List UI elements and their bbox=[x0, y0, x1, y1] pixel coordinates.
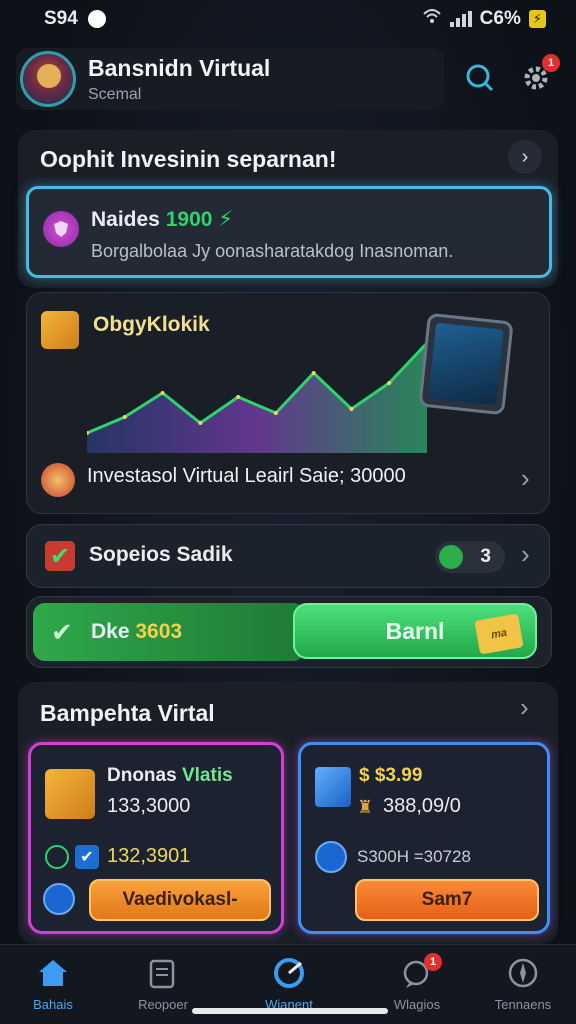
avatar[interactable] bbox=[20, 51, 76, 107]
invest-banner-title: Naides 1900 ⚡ bbox=[91, 207, 233, 232]
chart-point bbox=[387, 381, 392, 385]
chart-point bbox=[311, 371, 316, 375]
investment-line: Investasol Virtual Leairl Saie; 30000 bbox=[87, 465, 406, 487]
checkmark-icon: ✔ bbox=[51, 617, 73, 647]
battery-percent: C6% bbox=[479, 8, 521, 29]
invest-banner-desc: Borgalbolaa Jy oonasharatakdog Inasnoman… bbox=[91, 241, 454, 261]
nav-item-messages[interactable]: 1 Wlagios bbox=[362, 953, 472, 1012]
document-icon bbox=[149, 959, 175, 989]
chart-card[interactable]: ObgyKlokik Investasol Virtual Leairl Sai… bbox=[26, 292, 550, 514]
chart-point bbox=[198, 421, 203, 425]
blue-crate-icon bbox=[315, 767, 351, 807]
nav-item-home[interactable]: Bahais bbox=[0, 957, 108, 1012]
virtual-section: Bampehta Virtal › Dnonas Vlatis 133,3000… bbox=[18, 682, 558, 944]
signal-icon bbox=[449, 11, 472, 27]
chart-point bbox=[349, 407, 354, 411]
trophy-icon: ♜ bbox=[357, 797, 374, 817]
shield-icon bbox=[43, 211, 79, 247]
battery-icon: ⚡ bbox=[528, 10, 546, 28]
checkbox-icon: ✔ bbox=[45, 541, 75, 571]
compass-icon bbox=[508, 958, 538, 988]
checkbox-icon: ✔ bbox=[75, 845, 99, 869]
tasks-label: Sopeios Sadik bbox=[89, 543, 233, 566]
package-a-button[interactable]: Vaedivokasl- bbox=[89, 879, 271, 921]
status-bar: S94 C6% ⚡ bbox=[0, 0, 576, 38]
home-indicator[interactable] bbox=[192, 1008, 388, 1014]
deposit-balance: ✔ Dke 3603 bbox=[33, 603, 305, 661]
nav-label: Reopoer bbox=[138, 997, 188, 1012]
nav-label: Wlagios bbox=[393, 997, 441, 1012]
package-card-b[interactable]: $ $3.99 ♜ 388,09/0 S300H =30728 Sam7 bbox=[298, 742, 550, 934]
invest-banner-label: Naides bbox=[91, 208, 160, 231]
notification-badge: 1 bbox=[424, 953, 442, 971]
box-stack-icon bbox=[45, 769, 95, 819]
coin-stack-icon bbox=[41, 463, 75, 497]
chart-point bbox=[236, 395, 241, 399]
chart-area bbox=[87, 343, 427, 453]
deposit-label: Dke bbox=[91, 620, 130, 643]
header: Bansnidn Virtual Scemal 1 bbox=[16, 44, 560, 114]
chart-point bbox=[273, 411, 278, 415]
package-b-amount: $ $3.99 bbox=[359, 765, 423, 786]
intro-chevron-button[interactable]: › bbox=[508, 140, 542, 174]
profile-name: Bansnidn Virtual bbox=[88, 54, 271, 81]
bolt-icon: ⚡ bbox=[218, 208, 234, 231]
profile-subtitle: Scemal bbox=[88, 85, 142, 103]
leaf-icon bbox=[45, 845, 69, 869]
search-icon bbox=[466, 64, 494, 92]
virtual-section-title: Bampehta Virtal bbox=[40, 700, 215, 726]
package-card-a[interactable]: Dnonas Vlatis 133,3000 ✔ 132,3901 Vaediv… bbox=[28, 742, 284, 934]
package-b-secondary: S300H =30728 bbox=[357, 847, 471, 866]
home-icon bbox=[39, 960, 67, 986]
tasks-count: 3 bbox=[480, 546, 491, 567]
package-a-name: Dnonas bbox=[107, 765, 177, 786]
ticket-icon: ma bbox=[474, 613, 524, 655]
chevron-right-icon[interactable]: › bbox=[521, 539, 530, 570]
package-a-secondary: 132,3901 bbox=[107, 845, 191, 867]
package-b-button[interactable]: Sam7 bbox=[355, 879, 539, 921]
chart-point bbox=[122, 415, 127, 419]
chart-point bbox=[160, 391, 165, 395]
package-a-highlight: Vlatis bbox=[181, 765, 233, 786]
clock-icon bbox=[43, 883, 75, 915]
clock-icon bbox=[315, 841, 347, 873]
invest-banner-amount: 1900 bbox=[165, 208, 213, 231]
wifi-icon bbox=[422, 8, 442, 30]
leaf-icon bbox=[439, 545, 463, 569]
app-notification-icon bbox=[87, 10, 106, 28]
gold-box-icon bbox=[41, 311, 79, 349]
deposit-amount: 3603 bbox=[135, 620, 183, 643]
intro-title: Oophit Invesinin separnan! bbox=[40, 146, 337, 172]
nav-item-settings[interactable]: Tennaens bbox=[468, 957, 576, 1012]
tasks-count-badge: 3 bbox=[435, 541, 505, 573]
chevron-right-icon[interactable]: › bbox=[521, 463, 530, 494]
package-b-value: 388,09/0 bbox=[383, 795, 461, 817]
nav-item-reports[interactable]: Reopoer bbox=[108, 957, 218, 1012]
settings-button[interactable]: 1 bbox=[516, 54, 560, 98]
earn-button[interactable]: Barnl ma bbox=[293, 603, 537, 659]
notification-badge: 1 bbox=[542, 54, 560, 72]
earn-button-label: Barnl bbox=[385, 617, 445, 644]
tablet-chart-icon bbox=[418, 312, 514, 416]
tasks-row[interactable]: ✔ Sopeios Sadik 3 › bbox=[26, 524, 550, 588]
package-a-value: 133,3000 bbox=[107, 795, 191, 817]
deposit-row: ✔ Dke 3603 Barnl ma bbox=[26, 596, 552, 668]
area-chart bbox=[87, 341, 427, 453]
nav-item-center[interactable]: Wianent bbox=[234, 957, 344, 1012]
globe-icon bbox=[274, 958, 304, 988]
package-a-title: Dnonas Vlatis bbox=[107, 765, 233, 787]
search-button[interactable] bbox=[460, 58, 500, 98]
chevron-right-icon[interactable]: › bbox=[520, 692, 529, 723]
profile-card[interactable]: Bansnidn Virtual Scemal bbox=[16, 48, 444, 110]
status-time: S94 bbox=[44, 8, 78, 29]
nav-label: Tennaens bbox=[494, 997, 552, 1012]
invest-banner[interactable]: Naides 1900 ⚡ Borgalbolaa Jy oonasharata… bbox=[26, 186, 552, 278]
nav-label: Bahais bbox=[33, 997, 73, 1012]
